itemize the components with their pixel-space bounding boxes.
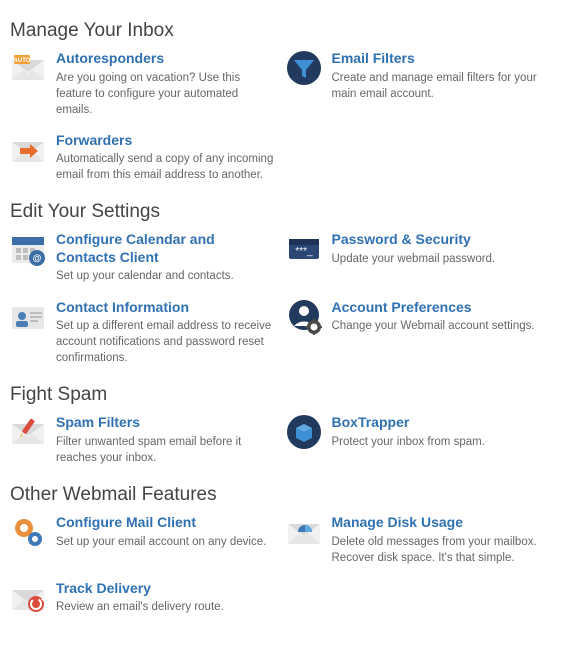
track-delivery-icon: [10, 580, 46, 616]
item-calendar-contacts: @ Configure Calendar and Contacts Client…: [10, 231, 276, 284]
item-title-link[interactable]: Spam Filters: [56, 414, 276, 432]
section-manage-inbox: Manage Your Inbox AUTO Autoresponders Ar…: [10, 20, 551, 183]
item-title-link[interactable]: Autoresponders: [56, 50, 276, 68]
item-contact-information: Contact Information Set up a different e…: [10, 299, 276, 367]
item-title-link[interactable]: Manage Disk Usage: [332, 514, 552, 532]
item-title-link[interactable]: Track Delivery: [56, 580, 276, 598]
item-desc: Set up your calendar and contacts.: [56, 268, 276, 284]
item-desc: Filter unwanted spam email before it rea…: [56, 434, 276, 466]
item-desc: Update your webmail password.: [332, 251, 552, 267]
item-title-link[interactable]: Forwarders: [56, 132, 276, 150]
item-title-link[interactable]: Account Preferences: [332, 299, 552, 317]
item-spam-filters: Spam Filters Filter unwanted spam email …: [10, 414, 276, 466]
disk-usage-icon: [286, 514, 322, 550]
svg-text:***_: ***_: [295, 246, 313, 257]
item-title-link[interactable]: BoxTrapper: [332, 414, 552, 432]
item-track-delivery: Track Delivery Review an email's deliver…: [10, 580, 276, 616]
item-desc: Set up a different email address to rece…: [56, 318, 276, 366]
boxtrapper-icon: [286, 414, 322, 450]
section-title: Fight Spam: [10, 384, 551, 406]
calendar-icon: @: [10, 231, 46, 267]
item-desc: Create and manage email filters for your…: [332, 70, 552, 102]
section-grid: AUTO Autoresponders Are you going on vac…: [10, 50, 551, 183]
item-configure-mail-client: Configure Mail Client Set up your email …: [10, 514, 276, 566]
item-title-link[interactable]: Configure Mail Client: [56, 514, 276, 532]
section-title: Manage Your Inbox: [10, 20, 551, 42]
section-title: Other Webmail Features: [10, 484, 551, 506]
svg-text:AUTO: AUTO: [14, 58, 31, 64]
item-desc: Review an email's delivery route.: [56, 599, 276, 615]
section-other-webmail: Other Webmail Features Configure Mail Cl…: [10, 484, 551, 616]
forward-icon: [10, 132, 46, 168]
item-desc: Change your Webmail account settings.: [332, 318, 552, 334]
svg-text:@: @: [33, 253, 42, 263]
item-desc: Protect your inbox from spam.: [332, 434, 552, 450]
section-grid: @ Configure Calendar and Contacts Client…: [10, 231, 551, 366]
section-fight-spam: Fight Spam Spam Filters Filter unwanted …: [10, 384, 551, 466]
autoresponder-icon: AUTO: [10, 50, 46, 86]
item-account-preferences: Account Preferences Change your Webmail …: [286, 299, 552, 367]
item-autoresponders: AUTO Autoresponders Are you going on vac…: [10, 50, 276, 118]
section-title: Edit Your Settings: [10, 201, 551, 223]
item-manage-disk-usage: Manage Disk Usage Delete old messages fr…: [286, 514, 552, 566]
item-forwarders: Forwarders Automatically send a copy of …: [10, 132, 276, 184]
item-title-link[interactable]: Password & Security: [332, 231, 552, 249]
item-desc: Automatically send a copy of any incomin…: [56, 151, 276, 183]
contact-card-icon: [10, 299, 46, 335]
item-desc: Set up your email account on any device.: [56, 534, 276, 550]
item-password-security: ***_ Password & Security Update your web…: [286, 231, 552, 284]
spam-pencil-icon: [10, 414, 46, 450]
account-gear-icon: [286, 299, 322, 335]
item-email-filters: Email Filters Create and manage email fi…: [286, 50, 552, 118]
section-grid: Configure Mail Client Set up your email …: [10, 514, 551, 616]
item-title-link[interactable]: Configure Calendar and Contacts Client: [56, 231, 276, 266]
mail-client-gears-icon: [10, 514, 46, 550]
item-title-link[interactable]: Email Filters: [332, 50, 552, 68]
section-grid: Spam Filters Filter unwanted spam email …: [10, 414, 551, 466]
item-title-link[interactable]: Contact Information: [56, 299, 276, 317]
item-desc: Delete old messages from your mailbox. R…: [332, 534, 552, 566]
item-boxtrapper: BoxTrapper Protect your inbox from spam.: [286, 414, 552, 466]
password-icon: ***_: [286, 231, 322, 267]
section-edit-settings: Edit Your Settings @ Configure Calendar …: [10, 201, 551, 366]
filter-icon: [286, 50, 322, 86]
item-desc: Are you going on vacation? Use this feat…: [56, 70, 276, 118]
